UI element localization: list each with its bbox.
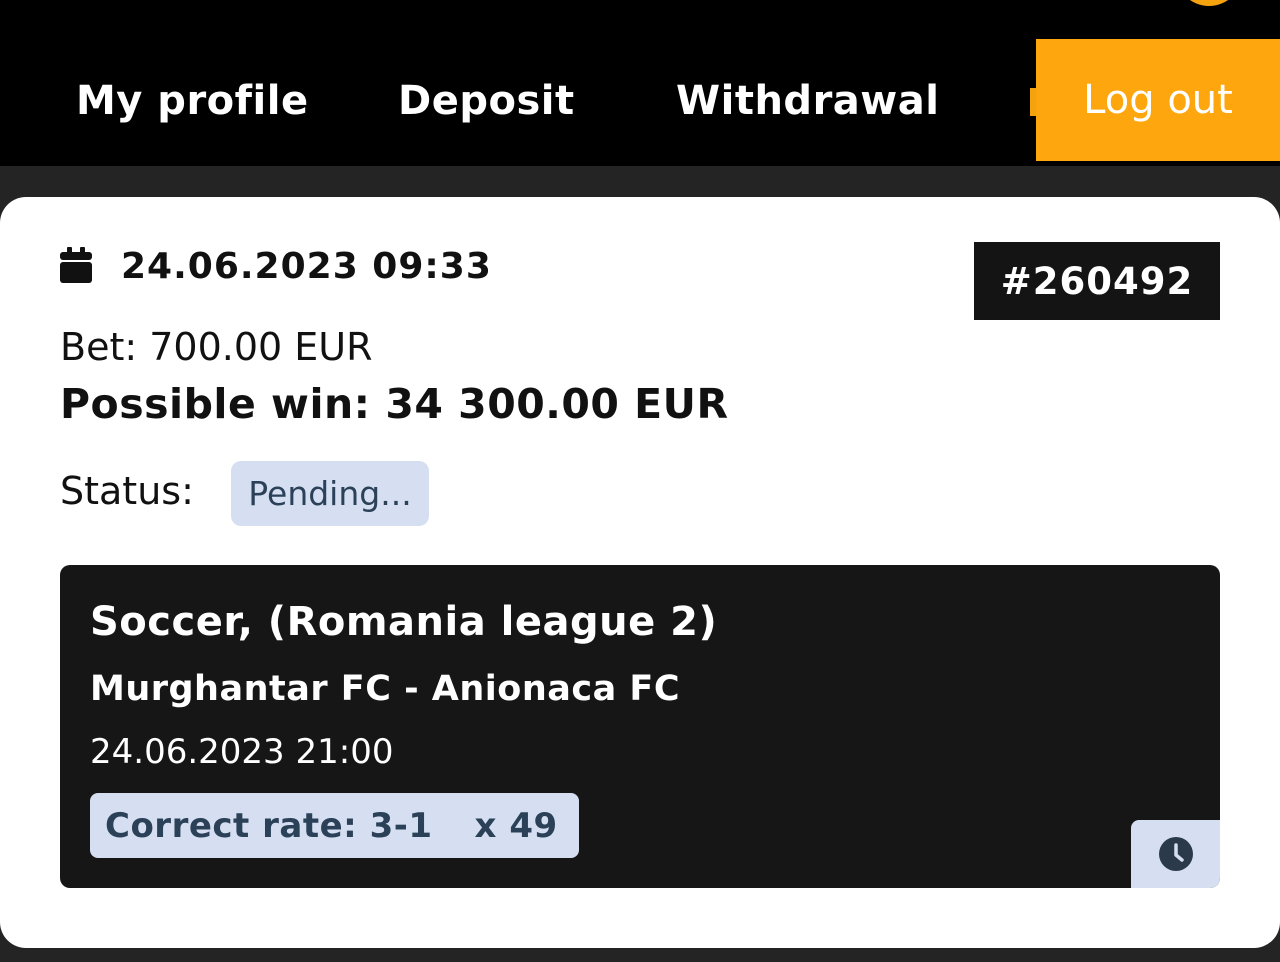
- clock-icon: [1158, 837, 1193, 871]
- calendar-icon: [60, 247, 92, 283]
- event-card: Soccer, (Romania league 2) Murghantar FC…: [60, 565, 1220, 888]
- avatar[interactable]: [1176, 0, 1242, 6]
- nav-withdrawal[interactable]: Withdrawal: [676, 78, 939, 124]
- top-navigation-bar: My profile Deposit Withdrawal Log out: [0, 0, 1280, 166]
- market-label: Correct rate: 3-1: [105, 805, 433, 846]
- nav-my-profile[interactable]: My profile: [76, 78, 309, 124]
- market-badge: Correct rate: 3-1 x 49: [90, 793, 579, 858]
- event-title: Soccer, (Romania league 2): [90, 599, 718, 645]
- status-label: Status:: [60, 469, 194, 513]
- status-badge: Pending...: [231, 461, 429, 526]
- bet-amount: Bet: 700.00 EUR: [60, 325, 373, 369]
- status-clock-badge: [1131, 820, 1220, 888]
- possible-win: Possible win: 34 300.00 EUR: [60, 380, 729, 428]
- event-time: 24.06.2023 21:00: [90, 732, 394, 772]
- nav-deposit[interactable]: Deposit: [398, 78, 575, 124]
- bet-datetime: 24.06.2023 09:33: [121, 246, 492, 287]
- market-odd: x 49: [474, 805, 558, 846]
- event-teams: Murghantar FC - Anionaca FC: [90, 669, 681, 709]
- ticket-id-badge: #260492: [974, 242, 1220, 320]
- logout-button[interactable]: Log out: [1036, 39, 1280, 161]
